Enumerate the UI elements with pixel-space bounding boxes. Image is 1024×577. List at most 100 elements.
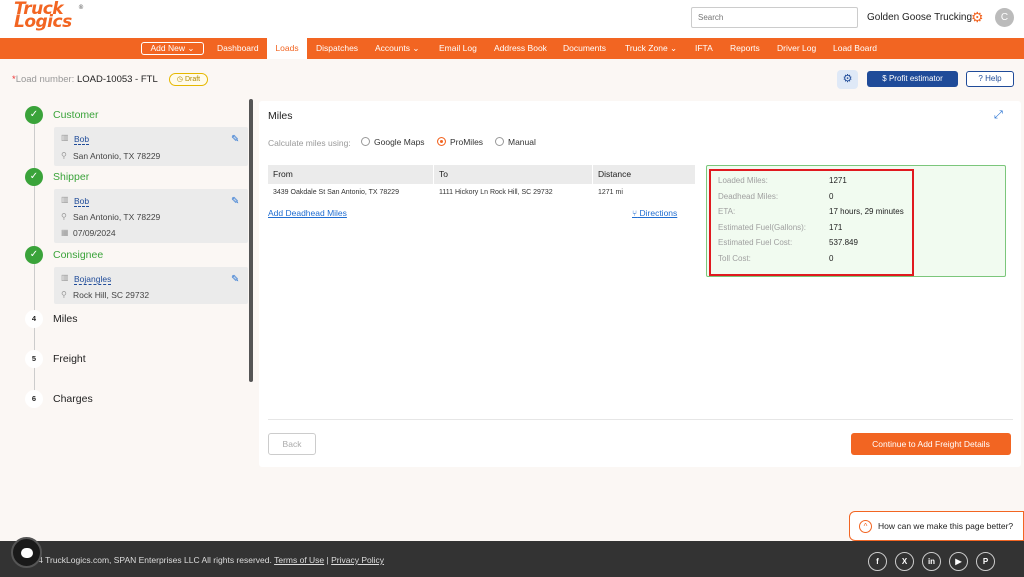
step-customer-title[interactable]: Customer [53, 109, 99, 121]
help-button[interactable]: ? Help [966, 71, 1014, 87]
nav-ifta[interactable]: IFTA [695, 38, 713, 59]
chevron-up-icon: ^ [859, 520, 872, 533]
step-miles-title[interactable]: Miles [53, 313, 78, 325]
edit-icon[interactable]: ✎ [231, 196, 239, 207]
feedback-widget[interactable]: ^ How can we make this page better? [849, 511, 1024, 541]
consignee-name-link[interactable]: Bojangles [74, 274, 112, 285]
directions-link[interactable]: ⑂ Directions [632, 208, 677, 218]
customer-card: ▥ Bob ⚲ San Antonio, TX 78229 ✎ [54, 127, 248, 166]
building-icon: ▥ [61, 133, 69, 142]
radio-circle-icon [495, 137, 504, 146]
radio-promiles[interactable]: ProMiles [437, 137, 483, 147]
consignee-check-icon: ✓ [25, 246, 43, 264]
back-button[interactable]: Back [268, 433, 316, 455]
nav-dashboard[interactable]: Dashboard [217, 38, 259, 59]
shipper-check-icon: ✓ [25, 168, 43, 186]
radio-google-maps[interactable]: Google Maps [361, 137, 425, 147]
miles-summary: Loaded Miles: 1271 Deadhead Miles: 0 ETA: 1… [706, 165, 1006, 277]
column-header-to: To [434, 165, 592, 184]
chat-bubble-icon [21, 548, 33, 558]
calendar-icon: ▦ [61, 228, 69, 237]
linkedin-icon[interactable]: in [922, 552, 941, 571]
radio-manual[interactable]: Manual [495, 137, 536, 147]
shipper-card: ▥ Bob ⚲ San Antonio, TX 78229 ▦ 07/09/20… [54, 189, 248, 243]
nav-accounts[interactable]: Accounts ⌄ [375, 38, 419, 59]
panel-title: Miles [268, 110, 293, 122]
shipper-address: San Antonio, TX 78229 [73, 212, 161, 222]
edit-icon[interactable]: ✎ [231, 274, 239, 285]
load-number-header: *Load number: LOAD-10053 - FTL [12, 74, 158, 85]
chevron-down-icon: ⌄ [670, 43, 678, 53]
divider [268, 419, 1013, 420]
nav-dispatches[interactable]: Dispatches [316, 38, 358, 59]
sidebar-scrollbar[interactable] [249, 99, 253, 382]
radio-circle-icon [361, 137, 370, 146]
nav-reports[interactable]: Reports [730, 38, 760, 59]
feedback-text: How can we make this page better? [878, 521, 1014, 531]
step-number-charges: 6 [25, 390, 43, 408]
chevron-down-icon: ⌄ [412, 43, 420, 53]
row-to: 1111 Hickory Ln Rock Hill, SC 29732 [439, 189, 553, 196]
avatar[interactable]: C [995, 8, 1014, 27]
customer-check-icon: ✓ [25, 106, 43, 124]
profit-estimator-button[interactable]: $ Profit estimator [867, 71, 958, 87]
customer-address: San Antonio, TX 78229 [73, 151, 161, 161]
nav-driver-log[interactable]: Driver Log [777, 38, 816, 59]
row-distance: 1271 mi [598, 189, 623, 196]
column-header-from: From [268, 165, 433, 184]
privacy-link[interactable]: Privacy Policy [331, 555, 384, 565]
terms-link[interactable]: Terms of Use [274, 555, 324, 565]
nav-load-board[interactable]: Load Board [833, 38, 877, 59]
step-freight-title[interactable]: Freight [53, 353, 86, 365]
step-consignee-title[interactable]: Consignee [53, 249, 103, 261]
calc-label: Calculate miles using: [268, 138, 351, 148]
edit-icon[interactable]: ✎ [231, 134, 239, 145]
main-nav: Add New ⌄ Dashboard Loads Dispatches Acc… [0, 38, 1024, 59]
location-pin-icon: ⚲ [61, 151, 67, 160]
add-deadhead-miles-link[interactable]: Add Deadhead Miles [268, 208, 347, 218]
building-icon: ▥ [61, 273, 69, 282]
location-pin-icon: ⚲ [61, 212, 67, 221]
logo[interactable]: Truck Logics ® [14, 1, 84, 31]
top-bar: Truck Logics ® Golden Goose Trucking ⚙ C [0, 0, 1024, 38]
nav-address-book[interactable]: Address Book [494, 38, 547, 59]
load-settings-button[interactable]: ⚙ [837, 70, 858, 89]
consignee-address: Rock Hill, SC 29732 [73, 290, 150, 300]
nav-truck-zone[interactable]: Truck Zone ⌄ [625, 38, 677, 59]
step-number-freight: 5 [25, 350, 43, 368]
footer: 2024 TruckLogics.com, SPAN Enterprises L… [0, 541, 1024, 577]
settings-gear-icon[interactable]: ⚙ [971, 10, 984, 24]
x-icon[interactable]: X [895, 552, 914, 571]
load-number: LOAD-10053 - FTL [76, 74, 158, 85]
status-badge: ◷ Draft [169, 73, 208, 86]
step-charges-title[interactable]: Charges [53, 393, 93, 405]
column-header-distance: Distance [593, 165, 695, 184]
shipper-date: 07/09/2024 [73, 228, 116, 238]
copyright: 2024 TruckLogics.com, SPAN Enterprises L… [24, 555, 385, 565]
miles-panel: Miles ⤢ Calculate miles using: Google Ma… [259, 101, 1021, 467]
expand-icon[interactable]: ⤢ [994, 109, 1003, 122]
youtube-icon[interactable]: ▶ [949, 552, 968, 571]
chat-launcher-button[interactable] [11, 537, 42, 568]
nav-loads[interactable]: Loads [267, 38, 307, 59]
shipper-name-link[interactable]: Bob [74, 196, 90, 207]
nav-documents[interactable]: Documents [563, 38, 606, 59]
consignee-card: ▥ Bojangles ⚲ Rock Hill, SC 29732 ✎ [54, 267, 248, 304]
step-shipper-title[interactable]: Shipper [53, 171, 89, 183]
clock-icon: ◷ [176, 76, 183, 83]
step-number-miles: 4 [25, 310, 43, 328]
radio-selected-icon [437, 137, 446, 146]
company-name[interactable]: Golden Goose Trucking [867, 12, 972, 23]
continue-button[interactable]: Continue to Add Freight Details [851, 433, 1011, 455]
search-input[interactable] [691, 7, 858, 28]
customer-name-link[interactable]: Bob [74, 134, 90, 145]
help-icon: ? [978, 74, 983, 83]
chevron-down-icon: ⌄ [187, 43, 195, 53]
directions-icon: ⑂ [632, 208, 638, 218]
gear-icon: ⚙ [842, 73, 853, 85]
pinterest-icon[interactable]: P [976, 552, 995, 571]
nav-email-log[interactable]: Email Log [439, 38, 477, 59]
facebook-icon[interactable]: f [868, 552, 887, 571]
row-from: 3439 Oakdale St San Antonio, TX 78229 [273, 189, 399, 196]
add-new-button[interactable]: Add New ⌄ [141, 42, 204, 55]
